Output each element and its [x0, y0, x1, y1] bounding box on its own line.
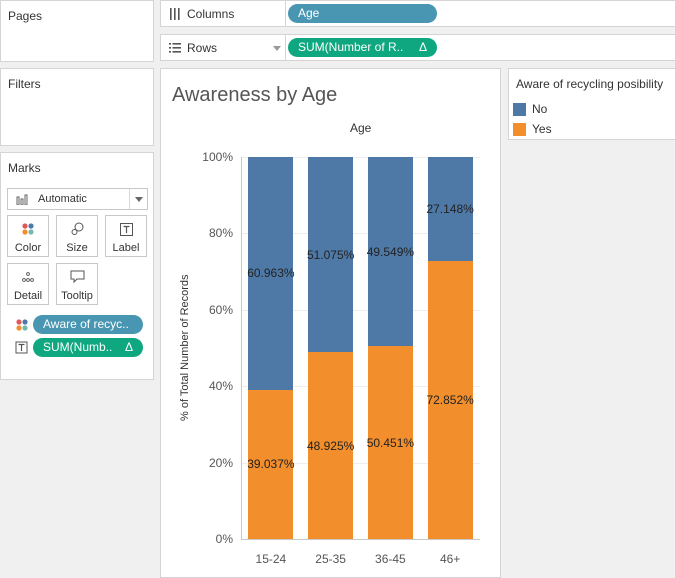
chevron-down-icon[interactable] — [273, 46, 281, 51]
columns-icon — [170, 8, 180, 20]
sum-records-row-pill-label: SUM(Number of R.. — [298, 40, 404, 54]
data-label: 50.451% — [366, 435, 415, 450]
sum-label-pill-label: SUM(Numb.. — [43, 340, 113, 354]
color-dots-icon — [8, 221, 48, 237]
y-axis-line — [241, 157, 242, 539]
rows-shelf[interactable]: Rows SUM(Number of R.. Δ — [160, 34, 675, 61]
data-label: 27.148% — [426, 201, 474, 216]
y-tick-label: 20% — [208, 456, 233, 470]
x-tick-label: 15-24 — [255, 552, 287, 566]
chart-plot-area: 0% 20% 40% 60% 80% 100% 39.037% 60.963% 15-24 48.… — [161, 69, 500, 577]
marks-panel: Marks Automatic Color Size Label Detail … — [0, 152, 154, 380]
size-button-label: Size — [66, 242, 88, 254]
detail-button-label: Detail — [13, 290, 43, 302]
x-tick-label: 46+ — [439, 552, 461, 566]
color-button[interactable]: Color — [7, 215, 49, 257]
worksheet-view: Awareness by Age Age % of Total Number o… — [160, 68, 501, 578]
age-column-pill-label: Age — [298, 6, 320, 20]
mark-type-dropdown[interactable]: Automatic — [7, 188, 148, 210]
data-label: 49.549% — [366, 244, 415, 259]
filters-panel[interactable]: Filters — [0, 68, 154, 146]
columns-label: Columns — [187, 7, 235, 21]
sum-records-row-pill[interactable]: SUM(Number of R.. Δ — [288, 38, 437, 57]
legend-title: Aware of recycling posibility — [516, 77, 664, 91]
bar-chart-icon — [16, 194, 28, 205]
tooltip-button[interactable]: Tooltip — [56, 263, 98, 305]
delta-icon: Δ — [124, 340, 133, 354]
chevron-down-icon[interactable] — [129, 189, 147, 209]
legend-swatch-yes — [513, 123, 526, 136]
x-axis-line — [241, 539, 480, 540]
legend-label-no: No — [532, 102, 548, 116]
y-tick-label: 100% — [202, 150, 233, 164]
y-tick-label: 60% — [208, 303, 233, 317]
color-legend[interactable]: Aware of recycling posibility No Yes — [508, 68, 675, 140]
color-button-label: Color — [14, 242, 42, 254]
text-label-icon — [106, 221, 146, 237]
pages-panel: Pages — [0, 0, 154, 62]
x-tick-label: 36-45 — [375, 552, 406, 566]
data-label: 51.075% — [306, 247, 355, 262]
y-tick-label: 80% — [208, 226, 233, 240]
data-label: 72.852% — [426, 392, 474, 407]
y-tick-label: 40% — [208, 379, 233, 393]
aware-color-pill-label: Aware of recyc.. — [43, 317, 129, 331]
columns-shelf[interactable]: Columns Age — [160, 0, 675, 27]
detail-button[interactable]: Detail — [7, 263, 49, 305]
label-button-label: Label — [112, 242, 140, 254]
shelf-divider — [285, 35, 286, 60]
size-icon — [57, 221, 97, 237]
sum-label-pill[interactable]: SUM(Numb.. Δ — [33, 338, 143, 357]
shelf-divider — [285, 1, 286, 26]
data-label: 60.963% — [247, 266, 295, 281]
rows-label: Rows — [187, 41, 218, 55]
label-button[interactable]: Label — [105, 215, 147, 257]
age-column-pill[interactable]: Age — [288, 4, 437, 23]
legend-swatch-no — [513, 103, 526, 116]
pages-title: Pages — [8, 9, 43, 23]
x-tick-label: 25-35 — [315, 552, 346, 566]
y-tick-label: 0% — [215, 532, 233, 546]
rows-icon — [169, 43, 181, 53]
tooltip-icon — [57, 269, 97, 285]
aware-color-pill[interactable]: Aware of recyc.. — [33, 315, 143, 334]
data-label: 39.037% — [247, 457, 295, 472]
mark-type-label: Automatic — [38, 193, 87, 205]
filters-title: Filters — [8, 77, 41, 91]
detail-dots-icon — [8, 269, 48, 285]
text-label-icon — [15, 341, 28, 354]
data-label: 48.925% — [306, 438, 355, 453]
delta-icon: Δ — [418, 40, 427, 54]
color-field-icon — [16, 319, 28, 331]
marks-title: Marks — [8, 161, 41, 175]
size-button[interactable]: Size — [56, 215, 98, 257]
legend-label-yes: Yes — [532, 122, 552, 136]
tooltip-button-label: Tooltip — [61, 290, 93, 302]
